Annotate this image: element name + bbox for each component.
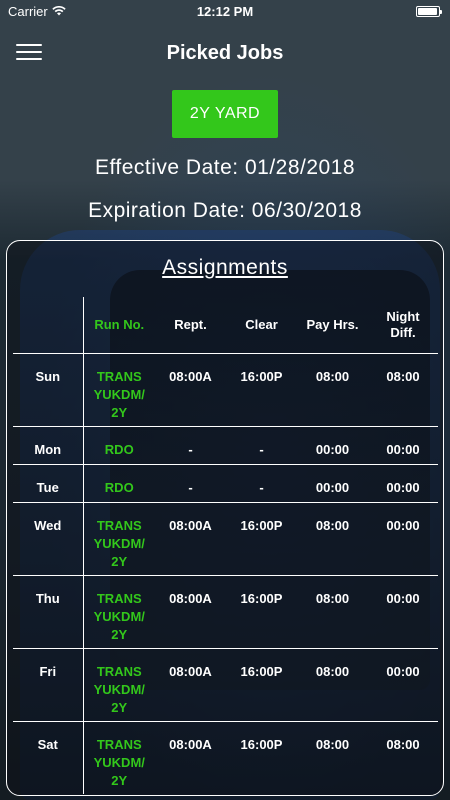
rept-cell: - — [155, 463, 226, 502]
clear-cell: 16:00P — [226, 352, 297, 426]
table-row: Sat TRANS YUKDM/2Y 08:00A 16:00P 08:00 08:00 — [13, 720, 438, 794]
run-no-cell: TRANS YUKDM/2Y — [83, 720, 155, 794]
rept-cell: 08:00A — [155, 352, 226, 426]
header-night-diff-line1: Night — [386, 308, 420, 324]
header-run-no: Run No. — [94, 316, 145, 332]
night-diff-cell: 00:00 — [368, 463, 438, 502]
day-cell: Sun — [13, 352, 84, 426]
status-time: 12:12 PM — [196, 3, 254, 19]
page-title: Picked Jobs — [166, 42, 284, 64]
table-row: Wed TRANS YUKDM/2Y 08:00A 16:00P 08:00 00:00 — [13, 501, 438, 575]
assignments-title: Assignments — [162, 256, 288, 279]
assignments-panel: Assignments Run No. Rept. Clear Pay Hrs.… — [6, 240, 444, 796]
run-no-cell: TRANS YUKDM/2Y — [83, 501, 155, 575]
expiration-date: Expiration Date: 06/30/2018 — [88, 199, 362, 222]
yard-button[interactable]: 2Y YARD — [172, 90, 278, 138]
pay-hrs-cell: 08:00 — [297, 501, 368, 575]
rept-cell: 08:00A — [155, 501, 226, 575]
clear-cell: - — [226, 463, 297, 502]
day-cell: Sat — [13, 720, 84, 794]
table-row: Fri TRANS YUKDM/2Y 08:00A 16:00P 08:00 00:00 — [13, 647, 438, 721]
header-night-diff: Night Diff. — [368, 297, 438, 353]
run-no-line: TRANS — [96, 663, 142, 679]
table-row: Sun TRANS YUKDM/2Y 08:00A 16:00P 08:00 08:00 — [13, 352, 438, 426]
run-no-cell: TRANS YUKDM/2Y — [83, 352, 155, 426]
rept-cell: - — [155, 425, 226, 464]
run-no-line: YUKDM/ — [93, 681, 145, 697]
run-no-line: 2Y — [111, 404, 128, 420]
rept-cell: 08:00A — [155, 574, 226, 648]
run-no-line: YUKDM/ — [93, 608, 145, 624]
run-no-line: YUKDM/ — [93, 535, 145, 551]
night-diff-cell: 00:00 — [368, 425, 438, 464]
run-no-line: 2Y — [111, 772, 128, 788]
night-diff-cell: 00:00 — [368, 647, 438, 721]
battery-icon — [416, 6, 442, 17]
day-cell: Thu — [13, 574, 84, 648]
run-no-cell: TRANS YUKDM/2Y — [83, 647, 155, 721]
clear-cell: 16:00P — [226, 501, 297, 575]
clear-cell: 16:00P — [226, 720, 297, 794]
day-cell: Mon — [13, 425, 84, 464]
header-night-diff-line2: Diff. — [390, 324, 416, 340]
clear-cell: 16:00P — [226, 574, 297, 648]
pay-hrs-cell: 08:00 — [297, 574, 368, 648]
run-no-line: TRANS — [96, 736, 142, 752]
navigation-bar: Picked Jobs — [0, 22, 450, 82]
run-no-line: 2Y — [111, 553, 128, 569]
header-clear: Clear — [245, 316, 278, 332]
effective-date: Effective Date: 01/28/2018 — [94, 156, 356, 179]
run-no-line: YUKDM/ — [93, 754, 145, 770]
table-row: Thu TRANS YUKDM/2Y 08:00A 16:00P 08:00 00:00 — [13, 574, 438, 648]
clear-cell: - — [226, 425, 297, 464]
assignments-table: Run No. Rept. Clear Pay Hrs. Night Diff.… — [13, 297, 438, 794]
night-diff-cell: 00:00 — [368, 574, 438, 648]
night-diff-cell: 08:00 — [368, 720, 438, 794]
run-no-line: TRANS — [96, 368, 142, 384]
pay-hrs-cell: 08:00 — [297, 647, 368, 721]
pay-hrs-cell: 08:00 — [297, 720, 368, 794]
day-cell: Tue — [13, 463, 84, 502]
run-no-line: RDO — [104, 479, 134, 495]
status-bar: Carrier 12:12 PM — [0, 0, 450, 22]
night-diff-cell: 00:00 — [368, 501, 438, 575]
run-no-line: RDO — [104, 441, 134, 457]
table-header-row: Run No. Rept. Clear Pay Hrs. Night Diff. — [13, 297, 438, 353]
day-cell: Wed — [13, 501, 84, 575]
rept-cell: 08:00A — [155, 720, 226, 794]
rept-cell: 08:00A — [155, 647, 226, 721]
header-day — [13, 297, 84, 353]
run-no-line: 2Y — [111, 699, 128, 715]
pay-hrs-cell: 00:00 — [297, 425, 368, 464]
table-row: Tue RDO - -00:00 00:00 — [13, 463, 438, 502]
header-rept: Rept. — [174, 316, 207, 332]
run-no-cell: RDO — [83, 463, 155, 502]
run-no-line: 2Y — [111, 626, 128, 642]
clear-cell: 16:00P — [226, 647, 297, 721]
run-no-line: TRANS — [96, 517, 142, 533]
header-pay-hrs: Pay Hrs. — [306, 316, 359, 332]
run-no-cell: RDO — [83, 425, 155, 464]
run-no-line: YUKDM/ — [93, 386, 145, 402]
pay-hrs-cell: 08:00 — [297, 352, 368, 426]
run-no-cell: TRANS YUKDM/2Y — [83, 574, 155, 648]
run-no-line: TRANS — [96, 590, 142, 606]
night-diff-cell: 08:00 — [368, 352, 438, 426]
pay-hrs-cell: 00:00 — [297, 463, 368, 502]
day-cell: Fri — [13, 647, 84, 721]
table-row: Mon RDO - -00:00 00:00 — [13, 425, 438, 464]
